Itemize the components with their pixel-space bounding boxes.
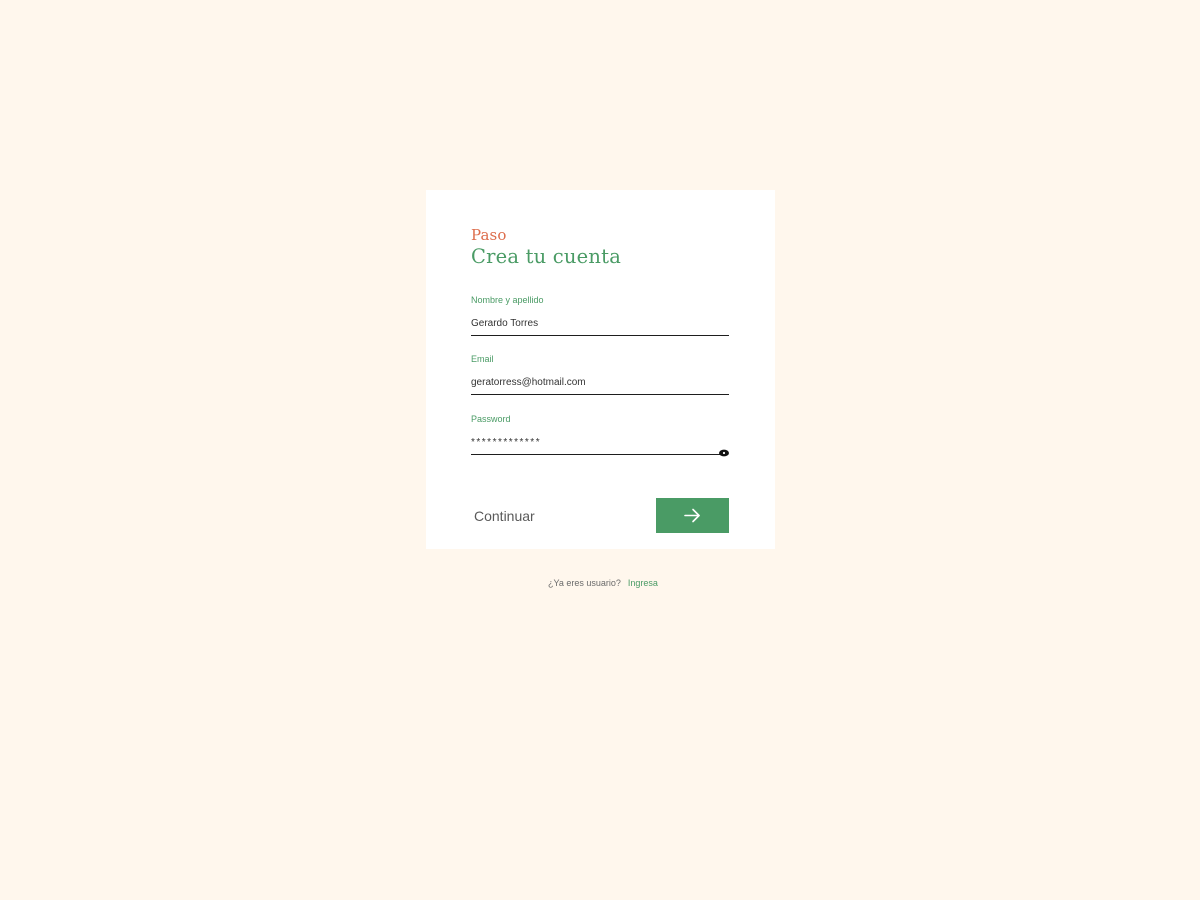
brand-logo-text: Paso [471, 226, 507, 244]
eye-icon[interactable] [719, 444, 729, 457]
already-user-text: ¿Ya eres usuario? [548, 578, 621, 588]
email-field-label: Email [471, 354, 494, 364]
page-title: Crea tu cuenta [471, 245, 622, 268]
login-link[interactable]: Ingresa [628, 578, 658, 588]
name-input[interactable] [471, 312, 729, 336]
continue-label: Continuar [474, 508, 535, 524]
continue-button[interactable] [656, 498, 729, 533]
email-input[interactable] [471, 371, 729, 395]
arrow-right-icon [684, 508, 700, 523]
name-field-label: Nombre y apellido [471, 295, 544, 305]
signup-card: Paso Crea tu cuenta Nombre y apellido Em… [426, 190, 775, 549]
password-input[interactable] [471, 431, 727, 455]
login-prompt: ¿Ya eres usuario? Ingresa [548, 578, 658, 588]
password-field-label: Password [471, 414, 511, 424]
